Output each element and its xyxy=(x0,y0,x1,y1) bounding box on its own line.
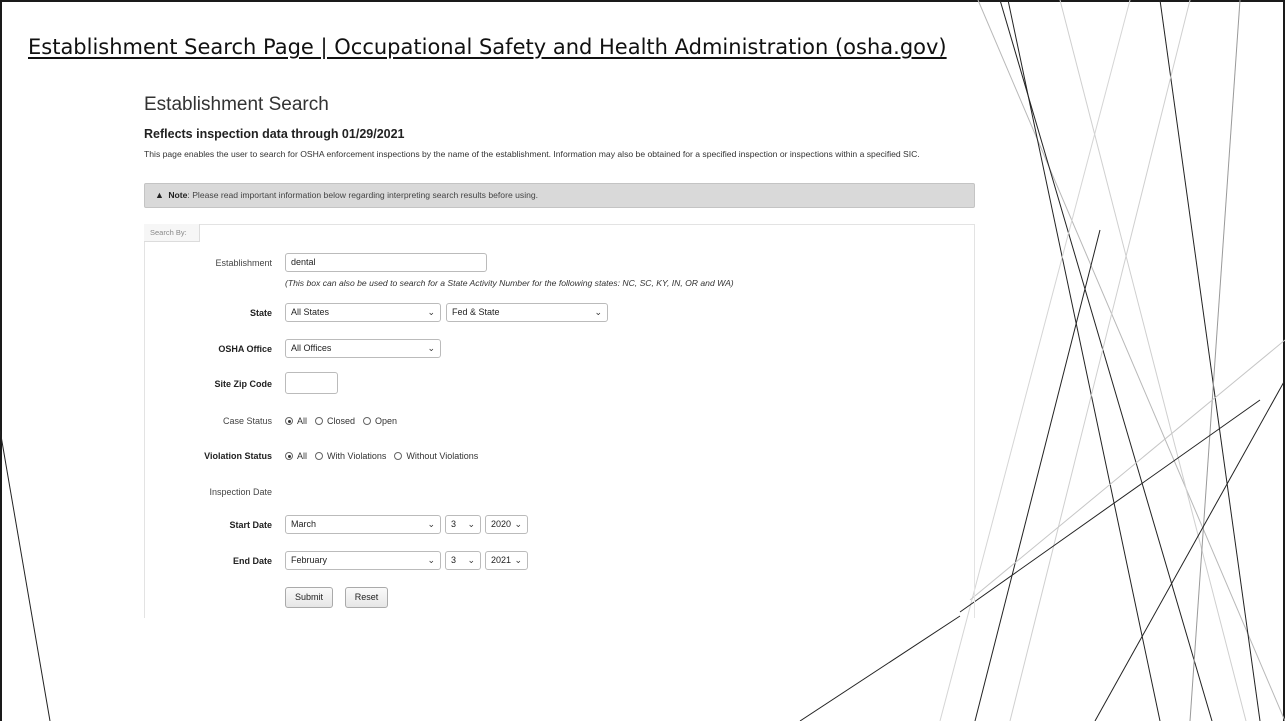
reset-button[interactable]: Reset xyxy=(345,587,388,608)
radio-icon xyxy=(363,417,372,425)
note-label: Note xyxy=(168,190,188,200)
establishment-label: Establishment xyxy=(215,258,272,268)
tab-search-by[interactable]: Search By: xyxy=(144,224,200,242)
slide-title[interactable]: Establishment Search Page | Occupational… xyxy=(28,35,947,59)
osha-search-screenshot: Establishment Search Reflects inspection… xyxy=(140,90,976,618)
violation-status-without[interactable]: Without Violations xyxy=(394,451,478,461)
chevron-down-icon: ⌄ xyxy=(427,343,435,353)
page-description: This page enables the user to search for… xyxy=(144,149,920,159)
chevron-down-icon: ⌄ xyxy=(427,555,435,565)
end-date-label: End Date xyxy=(232,556,272,566)
start-day-select[interactable]: 3 ⌄ xyxy=(445,515,481,534)
chevron-down-icon: ⌄ xyxy=(427,307,435,317)
note-text: : Please read important information belo… xyxy=(187,190,539,200)
chevron-down-icon: ⌄ xyxy=(427,519,435,529)
radio-icon xyxy=(315,452,324,460)
inspection-date-label: Inspection Date xyxy=(209,487,272,497)
end-year-select[interactable]: 2021 ⌄ xyxy=(485,551,528,570)
data-freshness-heading: Reflects inspection data through 01/29/2… xyxy=(144,127,405,141)
osha-office-select-value: All Offices xyxy=(291,343,332,353)
start-date-label: Start Date xyxy=(229,520,272,530)
case-status-closed[interactable]: Closed xyxy=(315,416,355,426)
violation-status-all[interactable]: All xyxy=(285,451,307,461)
scope-select[interactable]: Fed & State ⌄ xyxy=(446,303,608,322)
case-status-label: Case Status xyxy=(222,416,272,426)
site-zip-input[interactable] xyxy=(285,372,338,394)
site-zip-label: Site Zip Code xyxy=(214,379,272,389)
chevron-down-icon: ⌄ xyxy=(594,307,602,317)
state-select-value: All States xyxy=(291,307,330,317)
chevron-down-icon: ⌄ xyxy=(467,555,475,565)
violation-status-label: Violation Status xyxy=(204,451,272,461)
radio-selected-icon xyxy=(285,452,293,460)
chevron-down-icon: ⌄ xyxy=(514,555,522,565)
note-banner: ▲ Note: Please read important informatio… xyxy=(144,183,975,208)
radio-icon xyxy=(315,417,324,425)
establishment-input[interactable]: dental xyxy=(285,253,487,272)
osha-office-select[interactable]: All Offices ⌄ xyxy=(285,339,441,358)
state-select[interactable]: All States ⌄ xyxy=(285,303,441,322)
chevron-down-icon: ⌄ xyxy=(467,519,475,529)
scope-select-value: Fed & State xyxy=(452,307,500,317)
establishment-hint: (This box can also be used to search for… xyxy=(285,278,734,288)
case-status-all[interactable]: All xyxy=(285,416,307,426)
chevron-down-icon: ⌄ xyxy=(514,519,522,529)
end-day-select[interactable]: 3 ⌄ xyxy=(445,551,481,570)
radio-icon xyxy=(394,452,403,460)
end-month-select[interactable]: February ⌄ xyxy=(285,551,441,570)
state-label: State xyxy=(249,308,272,318)
radio-selected-icon xyxy=(285,417,293,425)
page-title: Establishment Search xyxy=(144,94,329,115)
case-status-open[interactable]: Open xyxy=(363,416,397,426)
osha-office-label: OSHA Office xyxy=(218,344,272,354)
violation-status-with[interactable]: With Violations xyxy=(315,451,386,461)
start-year-select[interactable]: 2020 ⌄ xyxy=(485,515,528,534)
start-month-select[interactable]: March ⌄ xyxy=(285,515,441,534)
case-status-group: All Closed Open xyxy=(285,416,405,426)
violation-status-group: All With Violations Without Violations xyxy=(285,451,486,461)
submit-button[interactable]: Submit xyxy=(285,587,333,608)
warning-icon: ▲ xyxy=(155,190,164,200)
